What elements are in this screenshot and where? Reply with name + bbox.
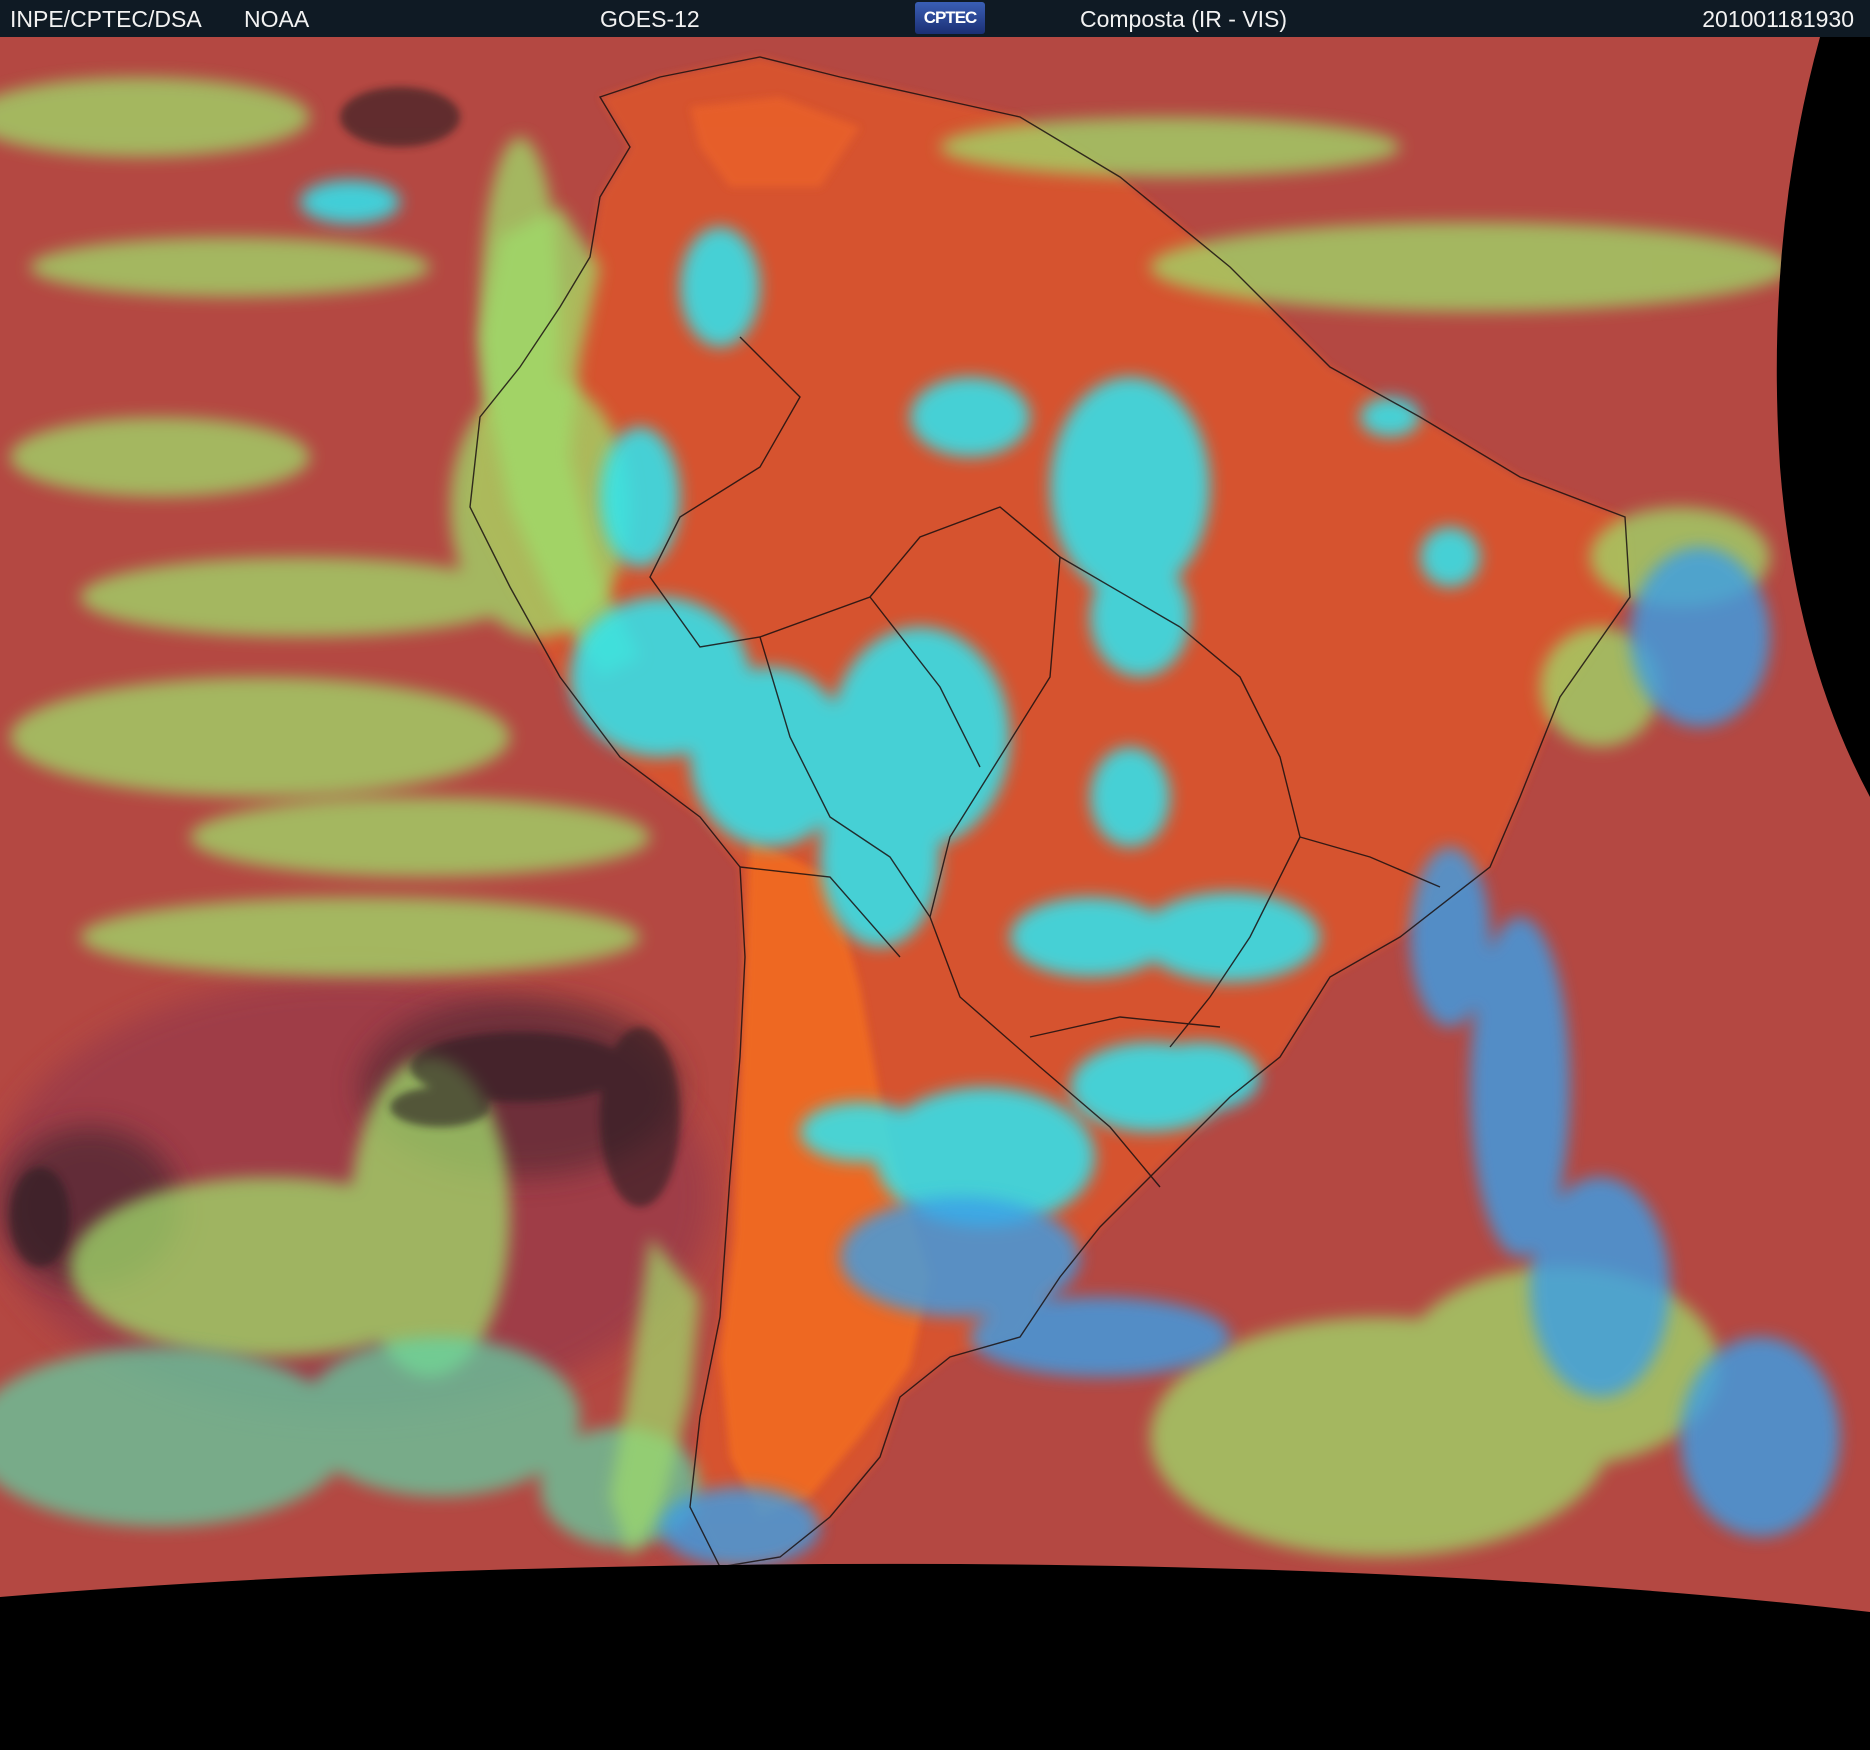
agency-label: NOAA <box>244 6 310 32</box>
cptec-logo: CPTEC <box>915 2 985 34</box>
satellite-image <box>0 37 1870 1750</box>
earth-disk <box>0 37 1870 1612</box>
timestamp-label: 201001181930 <box>1702 6 1854 32</box>
satellite-composite-svg <box>0 37 1870 1750</box>
product-label: Composta (IR - VIS) <box>1080 6 1288 32</box>
org-label: INPE/CPTEC/DSA <box>10 6 202 32</box>
satellite-label: GOES-12 <box>600 6 700 32</box>
image-header: INPE/CPTEC/DSA NOAA GOES-12 CPTEC Compos… <box>0 0 1870 37</box>
